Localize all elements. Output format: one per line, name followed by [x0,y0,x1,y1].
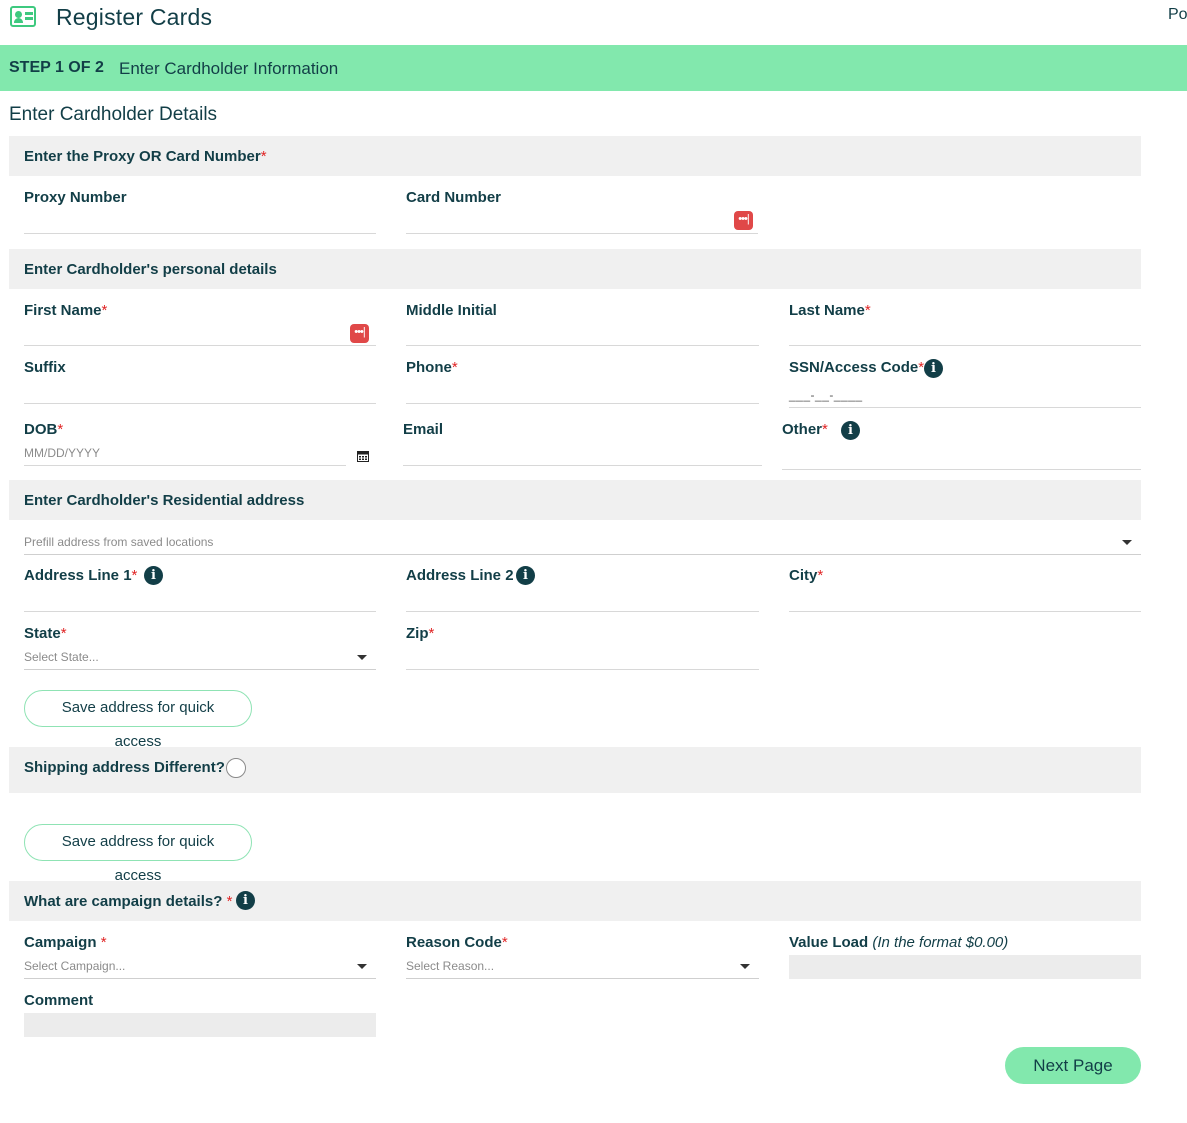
page-title: Register Cards [56,4,213,30]
state-label: State* [24,625,67,642]
campaign-underline [24,978,376,979]
zip-input[interactable] [406,669,759,670]
ssn-input[interactable] [789,407,1141,408]
zip-label: Zip* [406,625,435,642]
reason-code-select[interactable]: Select Reason... [406,959,494,973]
dob-label: DOB* [24,421,64,438]
comment-input[interactable] [24,1013,376,1037]
other-input[interactable] [782,469,1141,470]
info-icon[interactable]: i [236,891,255,910]
next-page-button[interactable]: Next Page [1005,1047,1141,1084]
info-icon[interactable]: i [516,566,535,585]
password-manager-icon[interactable]: •••| [734,211,753,230]
section-heading: Enter Cardholder Details [9,104,218,125]
shipping-section-title: Shipping address Different? [24,759,225,776]
value-load-input[interactable] [789,955,1141,979]
shipping-different-radio[interactable] [226,758,246,778]
address-line1-input[interactable] [24,611,376,612]
phone-input[interactable] [406,403,759,404]
password-manager-icon[interactable]: •••| [350,324,369,343]
ssn-label: SSN/Access Code* [789,359,925,376]
prefill-underline [24,554,1141,555]
reason-code-label: Reason Code* [406,934,508,951]
campaign-label: Campaign * [24,934,107,951]
info-icon[interactable]: i [144,566,163,585]
save-address-button[interactable]: Save address for quick access [24,690,252,750]
last-name-label: Last Name* [789,302,871,319]
chevron-down-icon[interactable] [740,964,750,969]
info-icon[interactable]: i [841,421,860,440]
address-line1-label: Address Line 1* [24,567,138,584]
address-line2-input[interactable] [406,611,759,612]
chevron-down-icon[interactable] [357,964,367,969]
proxy-number-label: Proxy Number [24,189,127,206]
step-text: Enter Cardholder Information [119,59,339,78]
chevron-down-icon[interactable] [1122,540,1132,545]
prefill-address-select[interactable]: Prefill address from saved locations [24,535,213,549]
campaign-select[interactable]: Select Campaign... [24,959,125,973]
chevron-down-icon[interactable] [357,655,367,660]
header-corner-text[interactable]: Po [1168,6,1187,24]
save-address-button[interactable]: Save address for quick access [24,824,252,884]
middle-initial-input[interactable] [406,345,759,346]
value-load-label: Value Load (In the format $0.00) [789,934,1009,951]
comment-label: Comment [24,992,94,1009]
card-number-label: Card Number [406,189,502,206]
email-label: Email [403,421,444,438]
personal-section-title: Enter Cardholder's personal details [24,261,277,278]
state-select[interactable]: Select State... [24,650,99,664]
reason-code-underline [406,978,759,979]
card-section-title: Enter the Proxy OR Card Number* [24,148,267,165]
suffix-input[interactable] [24,403,376,404]
city-label: City* [789,567,824,584]
dob-input[interactable]: MM/DD/YYYY [24,446,100,460]
id-card-icon [10,6,36,27]
address-line2-label: Address Line 2 [406,567,514,584]
other-label: Other* [782,421,828,438]
first-name-label: First Name* [24,302,108,319]
first-name-input[interactable] [24,345,376,346]
last-name-input[interactable] [789,345,1141,346]
card-number-input[interactable] [406,233,758,234]
address-section-title: Enter Cardholder's Residential address [24,492,305,509]
info-icon[interactable]: i [924,359,943,378]
ssn-mask: ___-__-____ [789,388,863,402]
proxy-number-input[interactable] [24,233,376,234]
campaign-section-title: What are campaign details? * [24,893,233,910]
suffix-label: Suffix [24,359,66,376]
phone-label: Phone* [406,359,458,376]
middle-initial-label: Middle Initial [406,302,497,319]
email-input[interactable] [403,465,762,466]
calendar-icon[interactable] [357,450,369,462]
city-input[interactable] [789,611,1141,612]
dob-underline [24,465,346,466]
step-label: STEP 1 OF 2 [9,59,104,76]
state-underline [24,669,376,670]
